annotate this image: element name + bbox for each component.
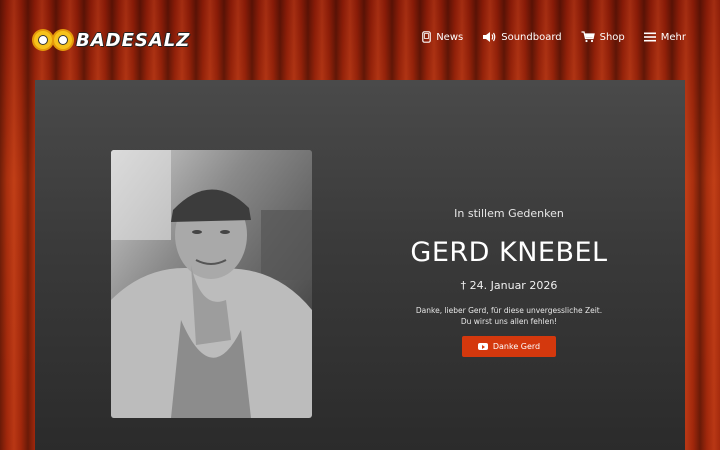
danke-gerd-button[interactable]: Danke Gerd <box>461 336 557 357</box>
hamburger-menu-icon <box>643 32 656 42</box>
nav-item-news[interactable]: News <box>422 31 463 43</box>
memorial-date: † 24. Januar 2026 <box>460 279 558 292</box>
nav-label: Mehr <box>660 31 686 43</box>
message-line: Du wirst uns allen fehlen! <box>460 317 558 326</box>
phone-icon <box>422 31 432 43</box>
two-sun-faces-logo-icon <box>34 31 74 49</box>
nav-label: Soundboard <box>501 31 562 43</box>
nav-item-shop[interactable]: Shop <box>581 31 625 43</box>
cart-icon <box>581 31 595 43</box>
button-label: Danke Gerd <box>492 342 541 351</box>
memorial-panel: In stillem Gedenken GERD KNEBEL † 24. Ja… <box>35 80 685 450</box>
portrait-photo <box>111 150 312 418</box>
memorial-message: Danke, lieber Gerd, für diese unvergessl… <box>370 305 648 327</box>
logo-text: BADESALZ <box>76 29 191 51</box>
nav-item-mehr[interactable]: Mehr <box>643 31 686 43</box>
nav-label: News <box>436 31 464 43</box>
memorial-subtitle: In stillem Gedenken <box>454 207 564 220</box>
badesalz-logo[interactable]: BADESALZ <box>34 26 190 54</box>
nav-item-soundboard[interactable]: Soundboard <box>482 31 562 43</box>
memorial-name: GERD KNEBEL <box>410 237 608 268</box>
header: BADESALZ News Soundboard Shop Mehr <box>0 0 720 80</box>
youtube-icon <box>477 343 488 350</box>
message-line: Danke, lieber Gerd, für diese unvergessl… <box>415 306 603 315</box>
speaker-icon <box>482 31 496 43</box>
main-nav: News Soundboard Shop Mehr <box>422 31 686 43</box>
memorial-text: In stillem Gedenken GERD KNEBEL † 24. Ja… <box>370 198 648 357</box>
nav-label: Shop <box>599 31 625 43</box>
